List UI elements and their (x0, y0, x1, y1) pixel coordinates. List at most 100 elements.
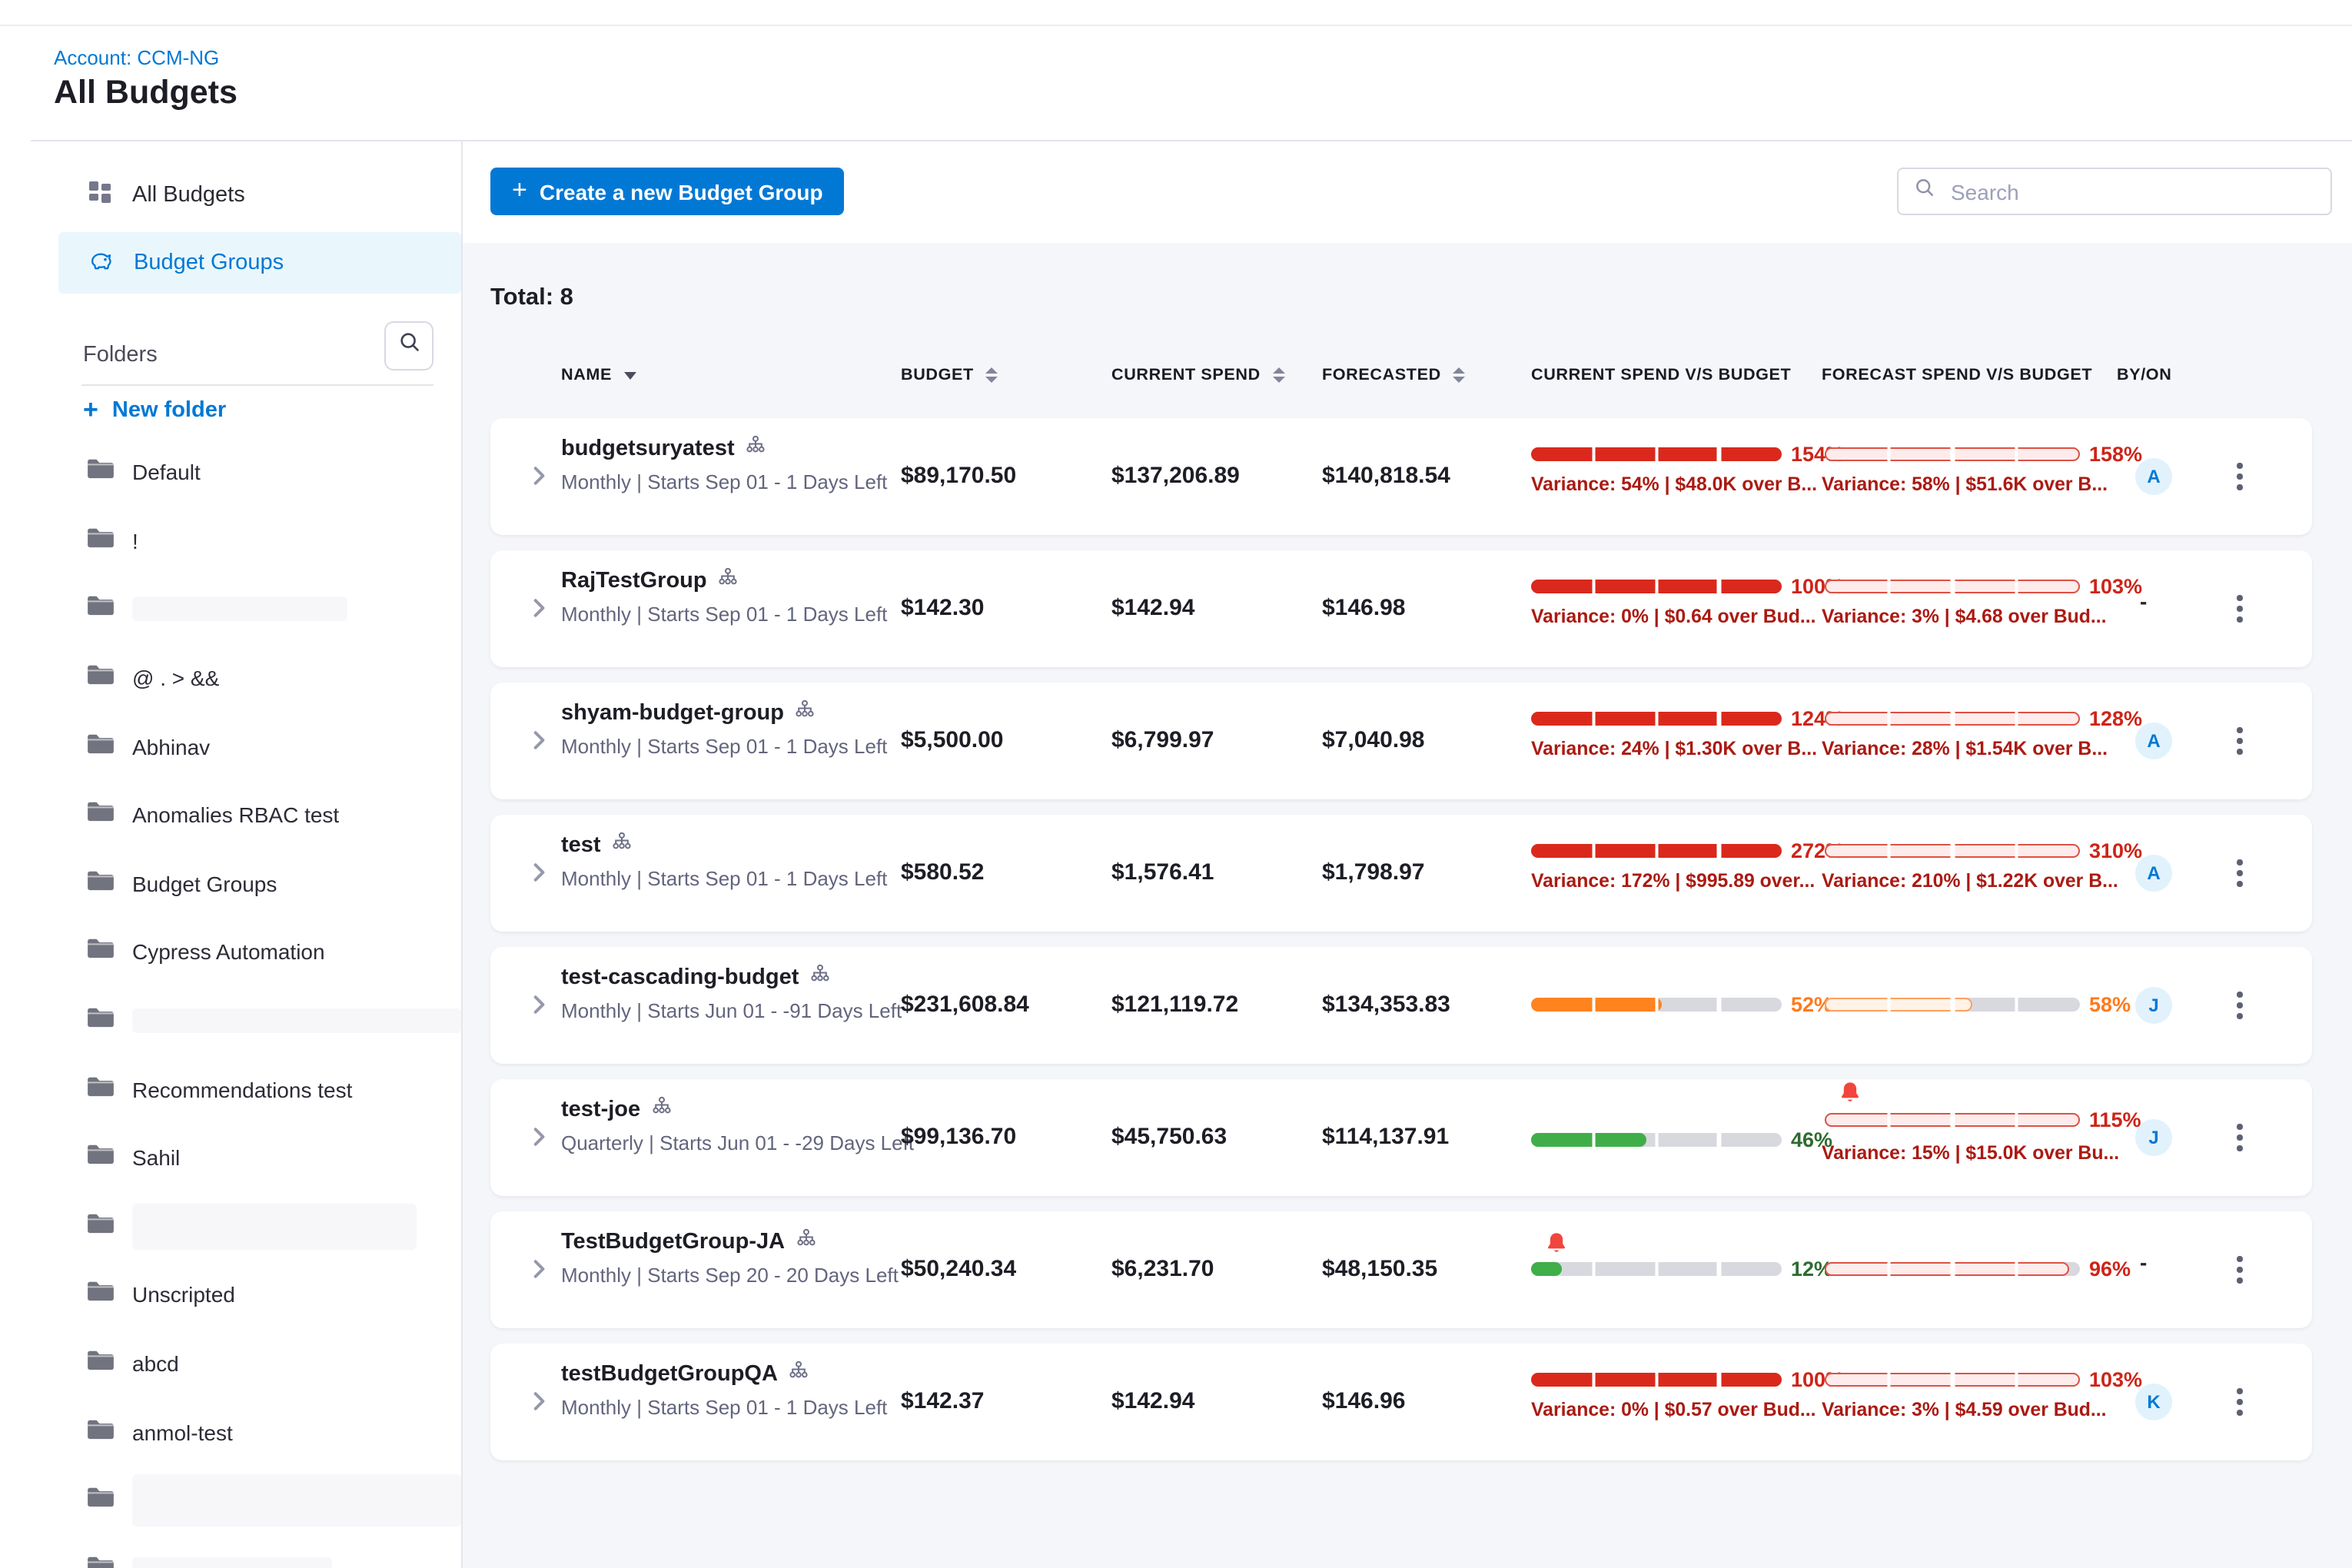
sidebar-folder-item[interactable]: Cypress Automation (31, 918, 461, 986)
app-window: Account: CCM-NG All Budgets All Budgets … (0, 0, 2352, 1568)
progress-track (1531, 711, 1782, 725)
budget-group-row[interactable]: test-joe Quarterly | Starts Jun 01 - -29… (490, 1079, 2312, 1196)
sidebar-folder-item[interactable]: Recommendations test (31, 1055, 461, 1124)
browser-chrome-strip (0, 0, 2352, 26)
budget-amount: $580.52 (901, 859, 984, 885)
expand-chevron-icon[interactable] (530, 995, 549, 1016)
row-menu-button[interactable] (2227, 590, 2252, 627)
create-budget-group-button[interactable]: + Create a new Budget Group (490, 168, 845, 215)
forecast-variance-text: Variance: 58% | $51.6K over B... (1822, 473, 2108, 495)
breadcrumb-account-link[interactable]: Account: CCM-NG (54, 46, 219, 69)
folder-icon (86, 594, 115, 625)
current-spend-amount: $6,231.70 (1111, 1256, 1214, 1282)
budget-group-row[interactable]: budgetsuryatest Monthly | Starts Sep 01 … (490, 418, 2312, 535)
page-title: All Budgets (54, 74, 238, 112)
budget-group-row[interactable]: test Monthly | Starts Sep 01 - 1 Days Le… (490, 815, 2312, 932)
piggy-bank-icon (88, 248, 114, 277)
budget-group-name[interactable]: budgetsuryatest (561, 437, 735, 461)
sidebar-folder-item[interactable] (31, 575, 461, 643)
name-line: testBudgetGroupQA (561, 1360, 809, 1388)
row-menu-button[interactable] (2227, 458, 2252, 495)
current-vs-budget-bar: 154% (1531, 438, 1844, 469)
name-line: RajTestGroup (561, 567, 738, 595)
sidebar-folder-item[interactable]: Unscripted (31, 1261, 461, 1329)
search-icon (397, 331, 420, 361)
progress-track (1825, 1372, 2080, 1386)
folder-name-redacted (132, 1474, 461, 1526)
folder-icon (86, 1074, 115, 1105)
current-vs-budget-bar: 272% (1531, 835, 1844, 865)
expand-chevron-icon[interactable] (530, 1391, 549, 1413)
sidebar-item-all-budgets[interactable]: All Budgets (58, 164, 461, 226)
expand-chevron-icon[interactable] (530, 1127, 549, 1148)
sidebar-folder-item[interactable]: @ . > && (31, 644, 461, 713)
forecast-vs-budget-bar: 103% (1825, 1364, 2142, 1394)
budget-group-name[interactable]: test-joe (561, 1098, 640, 1122)
folder-name: Abhinav (132, 734, 210, 759)
row-menu-button[interactable] (2227, 987, 2252, 1024)
sidebar-folder-item[interactable]: Default (31, 438, 461, 507)
search-box[interactable] (1897, 168, 2332, 215)
owner-avatar: - (2140, 589, 2147, 613)
row-menu-button[interactable] (2227, 1384, 2252, 1420)
sidebar-folder-item[interactable]: Budget Groups (31, 849, 461, 918)
sidebar-folder-item[interactable]: Anomalies RBAC test (31, 781, 461, 849)
row-menu-button[interactable] (2227, 855, 2252, 892)
folder-search-button[interactable] (384, 321, 434, 370)
toolbar: + Create a new Budget Group (463, 141, 2352, 244)
table-panel: Total: 8 NAME BUDGET CURRENT SPEND FOREC… (463, 243, 2352, 1568)
sidebar-item-label: All Budgets (132, 183, 245, 208)
budget-group-row[interactable]: test-cascading-budget Monthly | Starts J… (490, 947, 2312, 1064)
forecast-variance-text: Variance: 15% | $15.0K over Bu... (1822, 1142, 2119, 1164)
divider (81, 384, 434, 386)
budget-group-name[interactable]: test-cascading-budget (561, 965, 799, 990)
plus-icon: + (512, 175, 527, 206)
hierarchy-icon (746, 435, 766, 463)
budget-group-row[interactable]: testBudgetGroupQA Monthly | Starts Sep 0… (490, 1344, 2312, 1460)
expand-chevron-icon[interactable] (530, 862, 549, 884)
budget-group-row[interactable]: shyam-budget-group Monthly | Starts Sep … (490, 683, 2312, 799)
plus-icon: + (83, 400, 98, 421)
sidebar-folder-item[interactable]: Abhinav (31, 713, 461, 781)
budget-group-name[interactable]: test (561, 833, 601, 858)
row-menu-button[interactable] (2227, 1251, 2252, 1288)
expand-chevron-icon[interactable] (530, 1259, 549, 1281)
progress-track (1825, 579, 2080, 593)
folder-name: Budget Groups (132, 872, 277, 896)
search-input[interactable] (1948, 178, 2315, 205)
row-menu-button[interactable] (2227, 1119, 2252, 1156)
expand-chevron-icon[interactable] (530, 466, 549, 487)
folder-name: abcd (132, 1351, 179, 1376)
forecast-vs-budget-bar: 115% (1825, 1104, 2141, 1134)
progress-fill (1825, 1261, 2070, 1275)
budget-group-row[interactable]: TestBudgetGroup-JA Monthly | Starts Sep … (490, 1211, 2312, 1328)
budget-group-name[interactable]: shyam-budget-group (561, 701, 784, 726)
folder-name: anmol-test (132, 1420, 233, 1444)
sidebar-folder-item[interactable]: abcd (31, 1329, 461, 1397)
budget-group-name[interactable]: TestBudgetGroup-JA (561, 1230, 785, 1254)
budget-group-name[interactable]: RajTestGroup (561, 569, 707, 593)
sidebar-folder-item[interactable]: ! (31, 507, 461, 575)
current-spend-amount: $45,750.63 (1111, 1124, 1227, 1150)
new-folder-button[interactable]: + New folder (83, 398, 226, 423)
progress-fill (1531, 1261, 1561, 1275)
sidebar-folder-item[interactable] (31, 1535, 461, 1568)
sidebar-folder-item[interactable] (31, 1467, 461, 1535)
alert-bell-icon (1546, 1231, 1566, 1254)
sidebar-folder-item[interactable]: anmol-test (31, 1398, 461, 1467)
sidebar-item-budget-groups[interactable]: Budget Groups (58, 232, 461, 294)
sidebar-folder-item[interactable]: Sahil (31, 1124, 461, 1192)
expand-chevron-icon[interactable] (530, 598, 549, 620)
budget-group-row[interactable]: RajTestGroup Monthly | Starts Sep 01 - 1… (490, 550, 2312, 667)
folder-name-redacted (132, 597, 347, 622)
budget-group-name[interactable]: testBudgetGroupQA (561, 1362, 778, 1387)
alert-bell-icon (1840, 1081, 1860, 1104)
budget-amount: $142.37 (901, 1388, 984, 1414)
grid-icon (88, 180, 112, 211)
progress-fill (1531, 997, 1662, 1011)
sidebar-folder-item[interactable] (31, 1192, 461, 1261)
current-variance-text: Variance: 54% | $48.0K over B... (1531, 473, 1817, 495)
row-menu-button[interactable] (2227, 723, 2252, 759)
expand-chevron-icon[interactable] (530, 730, 549, 752)
sidebar-folder-item[interactable] (31, 987, 461, 1055)
